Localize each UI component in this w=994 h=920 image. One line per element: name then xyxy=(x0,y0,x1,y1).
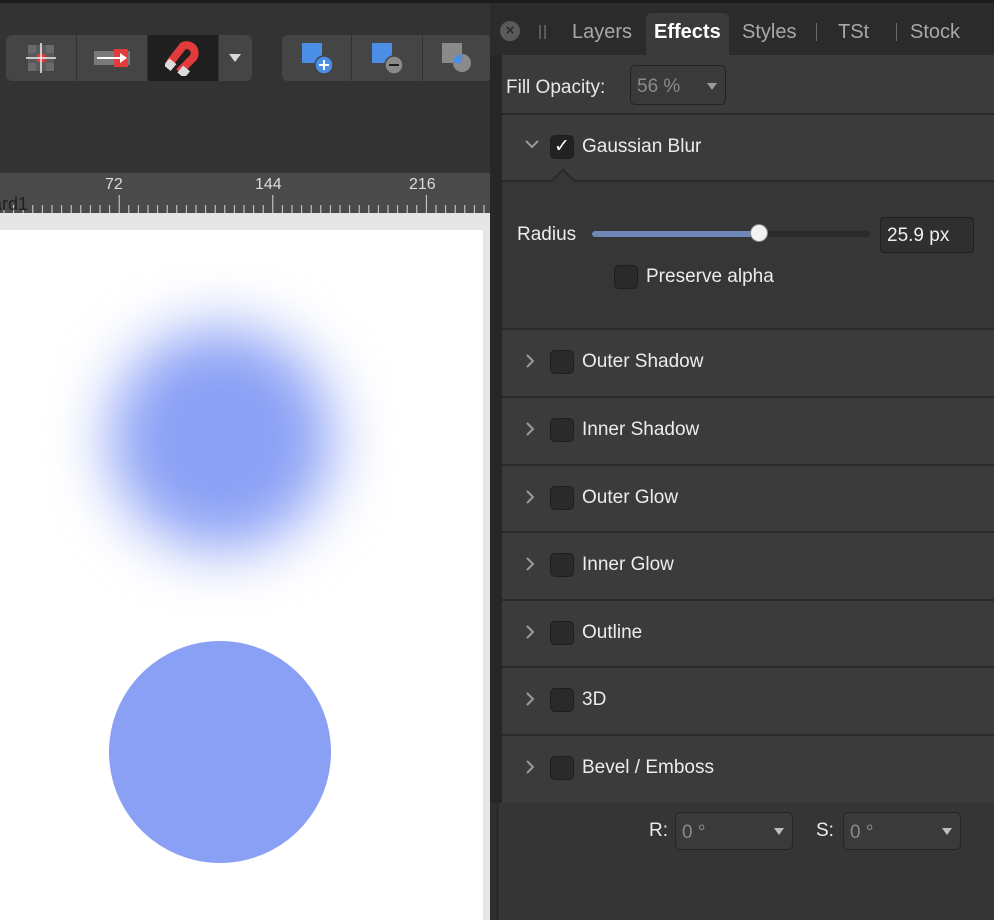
context-toolbar xyxy=(0,3,492,173)
rotation-r-value: 0 ° xyxy=(682,822,706,843)
ruler-label: 216 xyxy=(409,176,436,193)
tab-separator xyxy=(896,23,897,41)
snapping-grid-button[interactable] xyxy=(6,35,77,81)
rotation-r-label: R: xyxy=(649,820,668,841)
drag-handle-icon[interactable] xyxy=(539,25,546,39)
ruler-label: 72 xyxy=(105,176,123,193)
preserve-alpha-checkbox[interactable] xyxy=(614,265,638,289)
rotation-s-select[interactable]: 0 ° xyxy=(843,812,961,850)
effect-row-bevel-emboss[interactable]: Bevel / Emboss xyxy=(502,734,994,803)
boolean-group xyxy=(282,35,492,81)
chevron-right-icon[interactable] xyxy=(524,489,536,505)
radius-label: Radius xyxy=(517,224,577,245)
tab-layers[interactable]: Layers xyxy=(572,21,632,44)
tab-styles[interactable]: Styles xyxy=(742,21,796,44)
inner-shadow-checkbox[interactable] xyxy=(550,418,574,442)
inner-shadow-label: Inner Shadow xyxy=(582,419,700,440)
tab-separator xyxy=(816,23,817,41)
rotation-s-label: S: xyxy=(816,820,834,841)
effect-row-gaussian-blur[interactable]: ✓ Gaussian Blur xyxy=(502,113,994,180)
inner-glow-label: Inner Glow xyxy=(582,554,674,575)
fill-opacity-select[interactable]: 56 % xyxy=(630,65,726,105)
chevron-right-icon[interactable] xyxy=(524,691,536,707)
magnet-icon xyxy=(164,41,199,76)
ruler-ticks xyxy=(3,195,485,213)
close-panel-button[interactable]: × xyxy=(500,21,520,41)
checkmark-icon: ✓ xyxy=(554,136,570,157)
effect-row-inner-shadow[interactable]: Inner Shadow xyxy=(502,396,994,464)
boolean-add-button[interactable] xyxy=(282,35,353,81)
outer-shadow-label: Outer Shadow xyxy=(582,351,704,372)
circle-shape[interactable] xyxy=(109,641,331,863)
gaussian-blur-label: Gaussian Blur xyxy=(582,136,702,157)
radius-input[interactable]: 25.9 px xyxy=(880,217,974,253)
effect-row-outer-glow[interactable]: Outer Glow xyxy=(502,464,994,531)
tab-tst[interactable]: TSt xyxy=(838,21,869,44)
chevron-right-icon[interactable] xyxy=(524,353,536,369)
preserve-alpha-label: Preserve alpha xyxy=(646,266,774,287)
outline-checkbox[interactable] xyxy=(550,621,574,645)
rotation-r-select[interactable]: 0 ° xyxy=(675,812,793,850)
chevron-right-icon[interactable] xyxy=(524,421,536,437)
chevron-down-icon xyxy=(707,83,717,90)
fill-opacity-row: Fill Opacity: 56 % xyxy=(502,55,994,113)
gaussian-blur-settings: Radius 25.9 px Preserve alpha xyxy=(502,168,994,330)
horizontal-ruler[interactable]: 72 144 216 oard1 xyxy=(0,173,490,214)
close-icon: × xyxy=(505,22,515,39)
3d-checkbox[interactable] xyxy=(550,688,574,712)
chevron-down-icon xyxy=(774,828,784,835)
effect-row-3d[interactable]: 3D xyxy=(502,666,994,734)
magnet-snapping-button[interactable] xyxy=(147,35,219,81)
fill-opacity-label: Fill Opacity: xyxy=(506,77,606,98)
outer-shadow-checkbox[interactable] xyxy=(550,350,574,374)
effect-row-inner-glow[interactable]: Inner Glow xyxy=(502,531,994,599)
boolean-intersect-icon xyxy=(442,43,472,72)
radius-slider-thumb[interactable] xyxy=(749,224,768,242)
inner-glow-checkbox[interactable] xyxy=(550,553,574,577)
bevel-emboss-checkbox[interactable] xyxy=(550,756,574,780)
chevron-down-icon xyxy=(942,828,952,835)
effect-row-outline[interactable]: Outline xyxy=(502,599,994,666)
chevron-right-icon[interactable] xyxy=(524,759,536,775)
effects-panel: Fill Opacity: 56 % ✓ Gaussian Blur Radiu… xyxy=(502,55,994,803)
outer-glow-label: Outer Glow xyxy=(582,487,679,508)
snapping-group xyxy=(6,35,252,81)
studio-tab-bar: × Layers Effects Styles TSt Stock xyxy=(490,3,994,55)
boolean-subtract-icon xyxy=(371,43,404,75)
panel-shadow xyxy=(490,3,502,803)
fill-opacity-value: 56 % xyxy=(637,76,681,97)
chevron-down-icon[interactable] xyxy=(524,138,540,150)
bevel-emboss-label: Bevel / Emboss xyxy=(582,757,714,778)
snap-to-object-button[interactable] xyxy=(77,35,148,81)
outer-glow-checkbox[interactable] xyxy=(550,486,574,510)
3d-label: 3D xyxy=(582,689,607,710)
artboard-name: oard1 xyxy=(0,194,29,214)
tab-stock[interactable]: Stock xyxy=(910,21,960,44)
blurred-circle-shape[interactable] xyxy=(110,328,332,550)
snapping-options-dropdown[interactable] xyxy=(219,35,252,81)
boolean-intersect-button[interactable] xyxy=(423,35,492,81)
boolean-subtract-button[interactable] xyxy=(352,35,423,81)
snapping-grid-icon xyxy=(25,43,56,73)
gaussian-blur-checkbox[interactable]: ✓ xyxy=(550,135,574,159)
ruler-label: 144 xyxy=(255,176,282,193)
artboard[interactable] xyxy=(0,230,483,920)
chevron-right-icon[interactable] xyxy=(524,556,536,572)
radius-slider[interactable] xyxy=(592,224,870,242)
radius-slider-fill xyxy=(592,231,759,237)
effect-row-outer-shadow[interactable]: Outer Shadow xyxy=(502,328,994,396)
chevron-down-icon xyxy=(229,54,242,62)
chevron-right-icon[interactable] xyxy=(524,624,536,640)
tab-effects[interactable]: Effects xyxy=(646,13,729,55)
outline-label: Outline xyxy=(582,622,643,643)
radius-value: 25.9 px xyxy=(887,225,950,246)
rotation-s-value: 0 ° xyxy=(850,822,874,843)
snap-arrow-icon xyxy=(93,49,130,67)
boolean-add-icon xyxy=(301,43,334,75)
